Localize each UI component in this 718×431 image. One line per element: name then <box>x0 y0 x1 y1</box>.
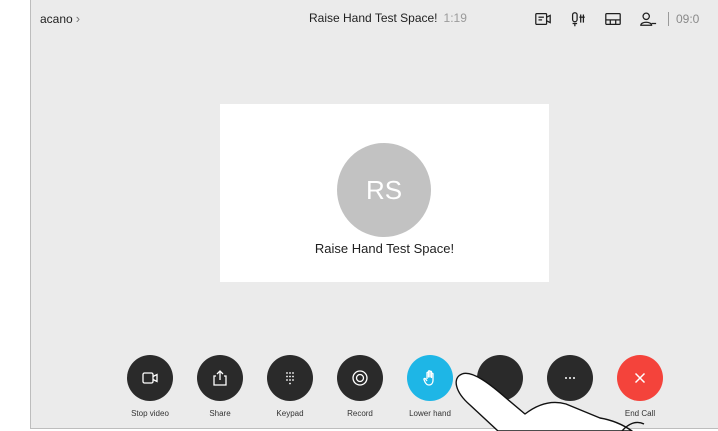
share-icon <box>197 355 243 401</box>
microphone-icon[interactable] <box>566 7 590 31</box>
call-controls: Stop video Share Keypad Record Lower han… <box>31 355 718 425</box>
chevron-right-icon: › <box>75 11 81 26</box>
clock: 09:0 <box>676 12 700 26</box>
keypad-button[interactable]: Keypad <box>250 355 330 418</box>
breadcrumb-label: acano <box>40 11 73 26</box>
call-screen: acano › Raise Hand Test Space! 1:19 09:0… <box>30 0 718 429</box>
keypad-icon <box>267 355 313 401</box>
self-view-icon[interactable] <box>531 7 555 31</box>
keypad-label: Keypad <box>276 409 304 418</box>
call-title: Raise Hand Test Space! 1:19 <box>309 11 467 25</box>
end-call-button[interactable]: End Call <box>600 355 680 418</box>
share-label: Share <box>209 409 231 418</box>
record-button[interactable]: Record <box>320 355 400 418</box>
share-button[interactable]: Share <box>180 355 260 418</box>
top-bar: acano › Raise Hand Test Space! 1:19 09:0 <box>31 0 718 38</box>
close-icon <box>617 355 663 401</box>
more-icon <box>547 355 593 401</box>
breadcrumb[interactable]: acano › <box>40 11 80 26</box>
divider <box>668 12 669 26</box>
stop-video-button[interactable]: Stop video <box>110 355 190 418</box>
video-camera-icon <box>127 355 173 401</box>
call-title-label: Raise Hand Test Space! <box>309 11 438 25</box>
more-button[interactable] <box>530 355 610 409</box>
avatar: RS <box>337 143 431 237</box>
participant-tile: RS Raise Hand Test Space! <box>220 104 549 282</box>
layout-icon[interactable] <box>601 7 625 31</box>
top-bar-icons: 09:0 <box>531 7 699 31</box>
stop-video-label: Stop video <box>131 409 169 418</box>
participants-icon[interactable] <box>636 7 660 31</box>
hand-icon <box>407 355 453 401</box>
hidden-control-button[interactable] <box>460 355 540 409</box>
lower-hand-label: Lower hand <box>409 409 451 418</box>
record-icon <box>337 355 383 401</box>
call-timer: 1:19 <box>443 11 467 25</box>
participant-name: Raise Hand Test Space! <box>314 241 455 256</box>
record-label: Record <box>347 409 373 418</box>
lower-hand-button[interactable]: Lower hand <box>390 355 470 418</box>
end-call-label: End Call <box>624 409 656 418</box>
unknown-icon <box>477 355 523 401</box>
